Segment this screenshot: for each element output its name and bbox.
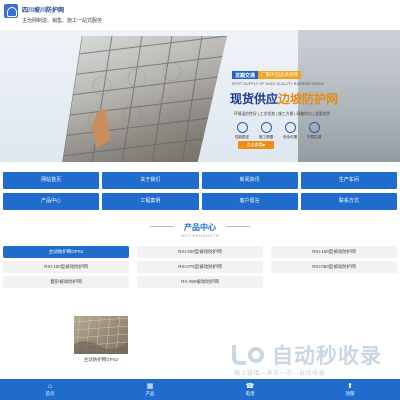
product-card[interactable]: 主动防护网GPS2 — [74, 316, 128, 363]
shield-icon — [236, 122, 248, 133]
banner-mesh-photo — [62, 36, 227, 162]
site-name[interactable]: 四川坡川防护网 — [22, 5, 64, 14]
feature-item: 施工便捷 — [256, 122, 276, 140]
feature-label: 不易生锈 — [306, 135, 322, 139]
category-tab[interactable]: RXI-050型被动防护网 — [271, 261, 397, 273]
category-tab[interactable]: RXI-100型被动防护网 — [3, 261, 129, 273]
brand-slogan: 厂家供应|品质保障 — [258, 71, 302, 79]
drop-icon — [308, 122, 320, 133]
bottom-nav-bar: ⌂ 首页 ▦ 产品 ☎ 电话 ⬆ 顶部 — [0, 379, 400, 400]
feature-label: 安全可靠 — [282, 135, 298, 139]
home-icon: ⌂ — [47, 383, 53, 390]
phone-icon: ☎ — [245, 383, 255, 390]
title-divider-right — [226, 226, 250, 227]
bottom-nav-top[interactable]: ⬆ 顶部 — [325, 382, 375, 397]
product-image[interactable] — [74, 316, 128, 354]
feature-label: 施工便捷 — [258, 135, 274, 139]
nav-messages[interactable]: 客户留言 — [201, 193, 298, 210]
tools-icon — [260, 122, 272, 133]
banner-headline: 现货供应边坡防护网 — [230, 90, 338, 107]
nav-news[interactable]: 新闻资讯 — [201, 172, 298, 189]
brand-box: 龙巅交通 厂家供应|品质保障 — [232, 71, 302, 79]
headline-prefix: 现货供应 — [230, 92, 279, 106]
feature-label: 性能稳定 — [234, 135, 250, 139]
grid-icon: ▦ — [146, 383, 154, 390]
bottom-nav-label: 顶部 — [345, 391, 355, 396]
nav-cases[interactable]: 工程案例 — [102, 193, 199, 210]
arrow-up-icon: ⬆ — [347, 383, 353, 390]
feature-icons: 性能稳定 施工便捷 安全可靠 不易生锈 — [232, 122, 324, 140]
category-tab[interactable]: 菱形被动防护网 — [3, 276, 129, 288]
bottom-nav-products[interactable]: ▦ 产品 — [125, 382, 175, 397]
feature-item: 不易生锈 — [304, 122, 324, 140]
watermark-subtext: 做上链接—来访一次—自动收录 — [234, 371, 326, 377]
headline-highlight: 边坡防护网 — [278, 92, 339, 106]
feature-strip: 环境适应性好 | 工艺优良 | 施工方便 | 网格均匀 | 全国发货 — [234, 112, 330, 116]
bottom-nav-label: 首页 — [45, 391, 55, 396]
nav-contact[interactable]: 联系方式 — [300, 193, 397, 210]
nav-home[interactable]: 网站首页 — [3, 172, 100, 189]
lock-icon — [284, 122, 296, 133]
watermark-text: 自动秒收录 — [272, 345, 382, 368]
hero-banner[interactable]: 龙巅交通 厂家供应|品质保障 SPOT SUPPLY OF HIGH QUALI… — [0, 30, 400, 162]
category-tab[interactable]: RXI-150型被动防护网 — [271, 246, 397, 258]
site-tagline: 主治网制造、销售、施工一站式服务 — [22, 18, 103, 24]
site-header: 四川坡川防护网 主治网制造、销售、施工一站式服务 — [0, 0, 400, 30]
nav-products[interactable]: 产品中心 — [3, 193, 100, 210]
brand-subtitle: SPOT SUPPLY OF HIGH QUALITY BARRIER SHOW — [232, 82, 324, 86]
nav-workshop[interactable]: 生产车间 — [300, 172, 397, 189]
category-tab[interactable]: 主动防护网GPS2 — [3, 246, 129, 258]
products-section-title: 产品中心 — [184, 223, 216, 232]
nav-about[interactable]: 关于我们 — [102, 172, 199, 189]
site-logo-icon[interactable] — [4, 4, 18, 18]
category-tab[interactable]: RXI-075型被动防护网 — [137, 261, 263, 273]
product-category-list: 主动防护网GPS2 RXI-200型被动防护网 RXI-150型被动防护网 RX… — [3, 246, 397, 288]
feature-item: 安全可靠 — [280, 122, 300, 140]
category-tab[interactable]: RXI-200型被动防护网 — [137, 246, 263, 258]
banner-cta-button[interactable]: 点击查看▶ — [238, 141, 274, 149]
brand-name: 龙巅交通 — [232, 71, 259, 79]
category-tab[interactable]: RX-050被动防护网 — [137, 276, 263, 288]
main-nav: 网站首页 关于我们 新闻资讯 生产车间 产品中心 工程案例 客户留言 联系方式 — [3, 172, 397, 210]
bottom-nav-home[interactable]: ⌂ 首页 — [25, 382, 75, 397]
products-section-subtitle: HOT PRODUCTS — [181, 233, 219, 238]
bottom-nav-phone[interactable]: ☎ 电话 — [225, 382, 275, 397]
bottom-nav-label: 电话 — [245, 391, 255, 396]
product-name[interactable]: 主动防护网GPS2 — [74, 357, 128, 363]
watermark: 自动秒收录 做上链接—来访一次—自动收录 — [230, 338, 390, 378]
bottom-nav-label: 产品 — [145, 391, 155, 396]
watermark-logo-icon — [232, 345, 264, 365]
feature-item: 性能稳定 — [232, 122, 252, 140]
